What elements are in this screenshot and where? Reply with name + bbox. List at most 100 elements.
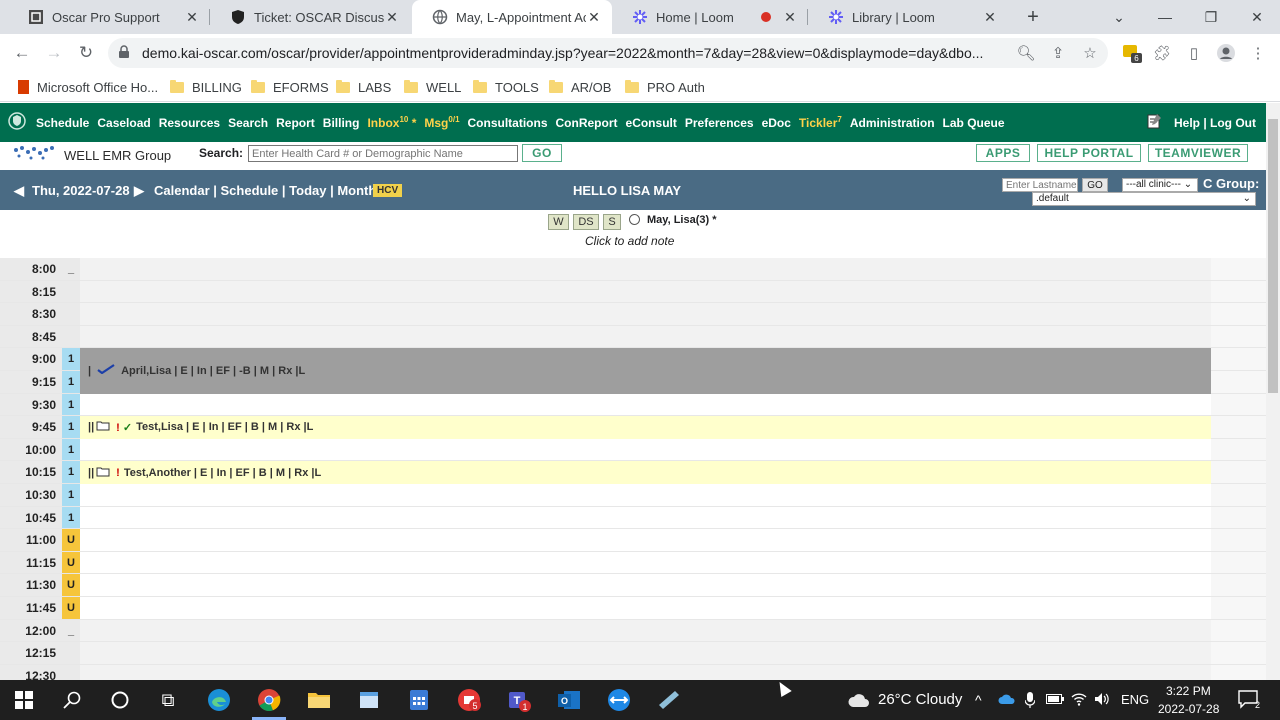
windows-start-icon[interactable] xyxy=(11,687,37,713)
battery-icon[interactable] xyxy=(1046,692,1064,708)
add-note-link[interactable]: Click to add note xyxy=(585,234,674,248)
time-label[interactable]: 9:00 xyxy=(0,348,62,370)
slot-cell[interactable] xyxy=(80,325,1211,348)
nav-preferences[interactable]: Preferences xyxy=(685,116,754,130)
lastname-input[interactable] xyxy=(1002,178,1078,192)
close-icon[interactable]: ✕ xyxy=(384,9,400,26)
scrollbar-thumb[interactable] xyxy=(1268,119,1278,393)
tray-expand-icon[interactable]: ^ xyxy=(975,692,982,708)
clock-time[interactable]: 3:22 PM xyxy=(1166,684,1211,698)
time-label[interactable]: 11:15 xyxy=(0,551,62,574)
extensions-puzzle-icon[interactable]: 🧩︎ xyxy=(1152,43,1172,63)
nav-resources[interactable]: Resources xyxy=(159,116,220,130)
appointment-text[interactable]: April,Lisa | E | In | EF | -B | M | Rx |… xyxy=(121,365,305,377)
task-view-icon[interactable]: ⧉ xyxy=(155,687,181,713)
clinic-select[interactable]: ---all clinic--- ⌄ xyxy=(1122,178,1198,192)
nav-inbox[interactable]: Inbox10 * xyxy=(367,115,416,130)
search-input[interactable] xyxy=(248,145,518,162)
schedule-row[interactable]: 8:15 xyxy=(0,280,1266,304)
schedule-row[interactable]: 12:00 _ xyxy=(0,619,1266,643)
snipping-tool-icon[interactable] xyxy=(656,687,682,713)
restore-button[interactable]: ❐ xyxy=(1188,0,1234,34)
zoom-icon[interactable]: 🔍︎ xyxy=(1016,43,1036,63)
slot-cell[interactable] xyxy=(80,303,1211,325)
weather-cloud-icon[interactable] xyxy=(846,687,872,713)
close-window-button[interactable]: ✕ xyxy=(1234,0,1280,34)
schedule-row[interactable]: 10:30 1 xyxy=(0,484,1266,507)
nav-caseload[interactable]: Caseload xyxy=(97,116,150,130)
schedule-row[interactable]: 9:30 1 xyxy=(0,393,1266,417)
slot-cell[interactable] xyxy=(80,484,1211,506)
teamviewer-button[interactable]: TEAMVIEWER xyxy=(1148,144,1248,162)
hcv-button[interactable]: HCV xyxy=(373,184,403,197)
nav-conreport[interactable]: ConReport xyxy=(556,116,618,130)
schedule-row[interactable]: 8:30 xyxy=(0,303,1266,326)
clock-date[interactable]: 2022-07-28 xyxy=(1158,702,1219,716)
slot-cell[interactable] xyxy=(80,664,1211,680)
cortana-icon[interactable] xyxy=(107,687,133,713)
time-label[interactable]: 10:30 xyxy=(0,484,62,506)
folder-icon[interactable] xyxy=(96,420,110,434)
nav-report[interactable]: Report xyxy=(276,116,315,130)
close-icon[interactable]: ✕ xyxy=(586,9,602,26)
nav-search[interactable]: Search xyxy=(228,116,268,130)
nav-edoc[interactable]: eDoc xyxy=(762,116,791,130)
close-icon[interactable]: ✕ xyxy=(782,9,798,26)
nav-tickler[interactable]: Tickler7 xyxy=(799,115,842,130)
slot-cell[interactable] xyxy=(80,529,1211,551)
slot-cell[interactable] xyxy=(80,393,1211,416)
time-label[interactable]: 10:00 xyxy=(0,438,62,461)
time-label[interactable]: 11:45 xyxy=(0,597,62,619)
time-label[interactable]: 9:30 xyxy=(0,393,62,416)
schedule-row[interactable]: 12:30 xyxy=(0,664,1266,680)
nav-msg[interactable]: Msg0/1 xyxy=(424,115,459,130)
appointment-block[interactable]: | April,Lisa | E | In | EF | -B | M | Rx … xyxy=(80,348,1211,394)
search-icon[interactable] xyxy=(59,687,85,713)
slot-cell[interactable] xyxy=(80,597,1211,619)
minimize-button[interactable]: — xyxy=(1142,0,1188,34)
bookmark-pro-auth[interactable]: PRO Auth xyxy=(625,77,705,97)
notification-center-icon[interactable]: 2 xyxy=(1238,689,1260,712)
nav-billing[interactable]: Billing xyxy=(323,116,360,130)
tab-library-loom[interactable]: Library | Loom ✕ xyxy=(808,0,1008,34)
onedrive-icon[interactable] xyxy=(998,692,1016,708)
schedule-row[interactable]: 10:00 1 xyxy=(0,438,1266,462)
time-label[interactable]: 11:00 xyxy=(0,529,62,551)
schedule-row[interactable]: 11:00 U xyxy=(0,529,1266,552)
next-day-icon[interactable]: ▶ xyxy=(134,183,144,199)
calculator-icon[interactable] xyxy=(406,687,432,713)
slot-cell[interactable] xyxy=(80,551,1211,574)
appointment-block[interactable]: || ! Test,Another | E | In | EF | B | M |… xyxy=(80,461,1211,484)
tab-ticket[interactable]: Ticket: OSCAR Discussion ✕ xyxy=(210,0,410,34)
nav-schedule[interactable]: Schedule xyxy=(36,116,89,130)
apps-button[interactable]: APPS xyxy=(976,144,1030,162)
wifi-icon[interactable] xyxy=(1071,692,1087,709)
lastname-go-button[interactable]: GO xyxy=(1082,178,1108,192)
schedule-row[interactable]: 8:45 xyxy=(0,325,1266,349)
slot-cell[interactable] xyxy=(80,642,1211,664)
time-label[interactable]: 9:15 xyxy=(0,371,62,393)
microphone-icon[interactable] xyxy=(1024,692,1036,711)
notepad-icon[interactable] xyxy=(1146,113,1162,132)
forward-button[interactable]: → xyxy=(42,41,66,65)
appointment-text[interactable]: Test,Lisa | E | In | EF | B | M | Rx |L xyxy=(136,421,313,433)
time-label[interactable]: 9:45 xyxy=(0,416,62,438)
time-label[interactable]: 11:30 xyxy=(0,574,62,596)
time-label[interactable]: 12:15 xyxy=(0,642,62,664)
extension-badge-icon[interactable]: 6 xyxy=(1122,43,1142,63)
share-icon[interactable]: ⇪ xyxy=(1048,43,1068,63)
reload-button[interactable]: ↻ xyxy=(74,41,98,65)
slot-cell[interactable] xyxy=(80,438,1211,461)
bookmark-star-icon[interactable]: ☆ xyxy=(1080,43,1100,63)
search-go-button[interactable]: GO xyxy=(522,144,562,162)
tab-appointment-active[interactable]: May, L-Appointment Acc ✕ xyxy=(412,0,612,34)
back-button[interactable]: ← xyxy=(10,41,34,65)
appointment-text[interactable]: Test,Another | E | In | EF | B | M | Rx … xyxy=(124,467,321,479)
prev-day-icon[interactable]: ◀ xyxy=(14,183,24,199)
calendar-links[interactable]: Calendar | Schedule | Today | Month xyxy=(154,183,376,198)
nav-administration[interactable]: Administration xyxy=(850,116,935,130)
bookmark-tools[interactable]: TOOLS xyxy=(473,77,539,97)
oscar-logo-icon[interactable] xyxy=(8,112,26,133)
time-label[interactable]: 12:00 xyxy=(0,619,62,642)
time-label[interactable]: 8:15 xyxy=(0,280,62,303)
